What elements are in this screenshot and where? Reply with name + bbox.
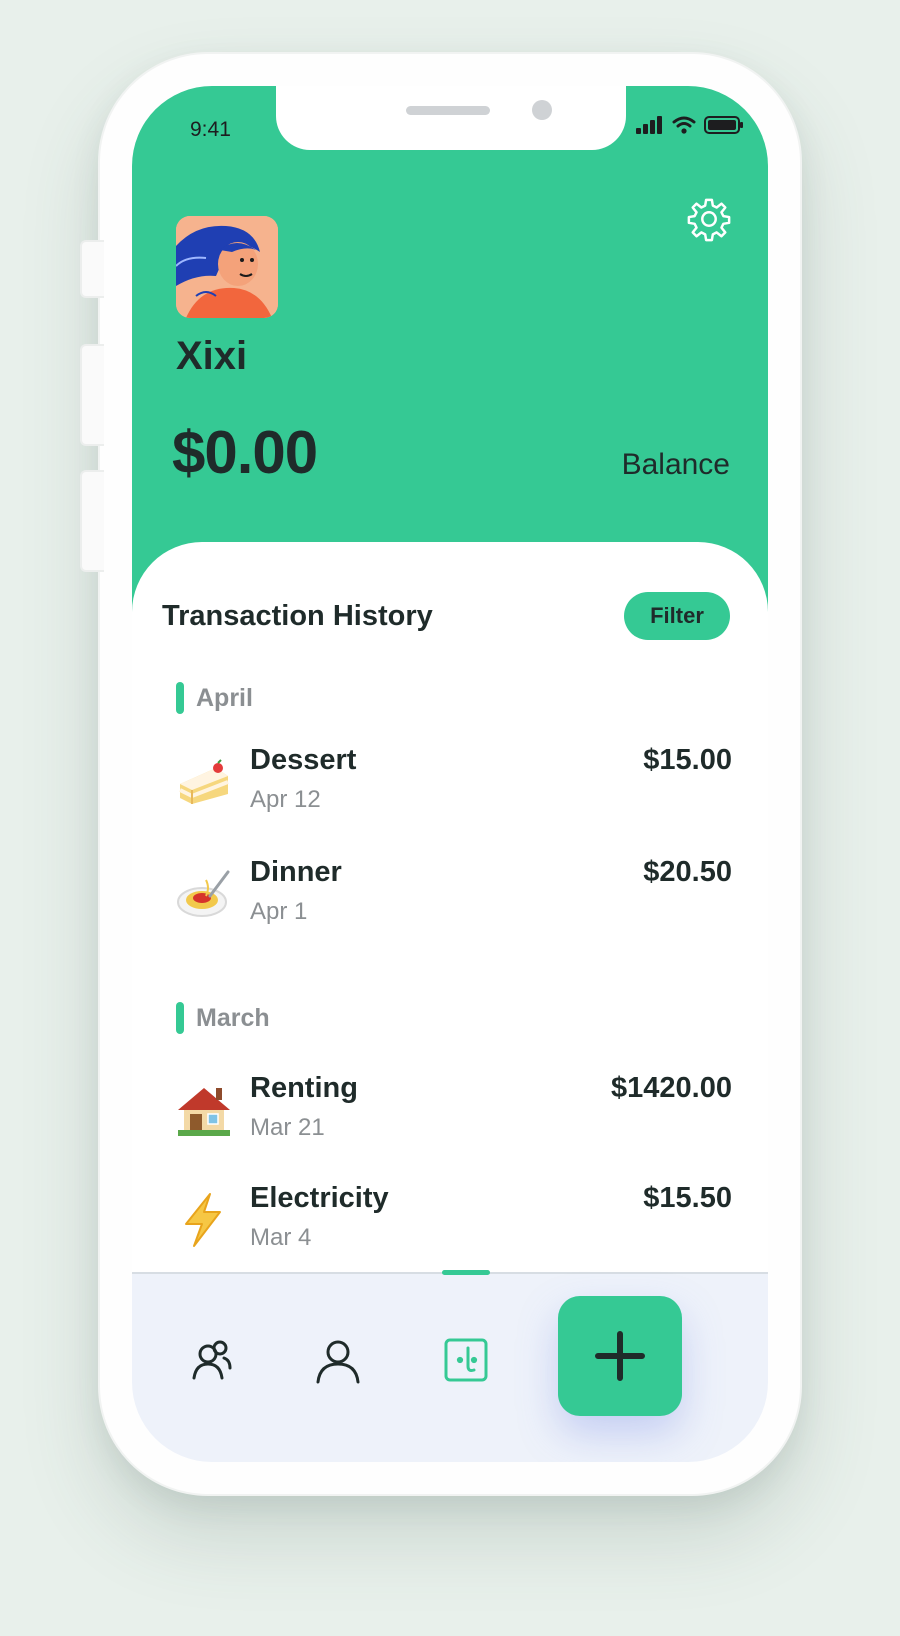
transaction-row[interactable]: Renting Mar 21 $1420.00	[176, 1072, 732, 1164]
avatar[interactable]	[176, 216, 278, 318]
speaker	[406, 106, 490, 115]
house-icon	[178, 1088, 230, 1136]
month-header-april: April	[176, 682, 253, 714]
transaction-amount: $15.50	[643, 1182, 732, 1214]
month-header-march: March	[176, 1002, 270, 1034]
section-title: Transaction History	[162, 600, 433, 632]
status-icons	[636, 116, 744, 134]
transaction-title: Dessert	[250, 744, 357, 776]
month-label: April	[196, 683, 253, 712]
month-marker	[176, 682, 184, 714]
lightning-icon	[185, 1193, 221, 1247]
front-camera	[532, 100, 552, 120]
transaction-row[interactable]: Electricity Mar 4 $15.50	[176, 1182, 732, 1274]
month-marker	[176, 1002, 184, 1034]
status-time: 9:41	[190, 118, 231, 141]
add-transaction-button[interactable]	[558, 1296, 682, 1416]
active-tab-indicator	[442, 1270, 490, 1275]
transaction-amount: $1420.00	[611, 1072, 732, 1104]
plus-icon	[595, 1331, 645, 1381]
transaction-row[interactable]: Dessert Apr 12 $15.00	[176, 744, 732, 836]
avatar-illustration	[176, 216, 278, 318]
transaction-date: Mar 21	[250, 1114, 325, 1141]
cake-icon	[179, 759, 229, 804]
balance-label: Balance	[621, 448, 730, 481]
month-label: March	[196, 1003, 270, 1032]
transaction-date: Mar 4	[250, 1224, 312, 1251]
ledger-icon[interactable]	[442, 1336, 490, 1384]
device-notch	[276, 86, 626, 150]
transaction-date: Apr 1	[250, 898, 308, 925]
transaction-title: Dinner	[250, 856, 342, 888]
transaction-amount: $15.00	[643, 744, 732, 776]
volume-down-button	[80, 470, 104, 572]
spaghetti-icon	[177, 870, 230, 917]
volume-up-button	[80, 344, 104, 446]
phone-frame: 9:41 Xixi $0.00 Balance Transaction Hist…	[80, 54, 800, 1494]
app-screen: 9:41 Xixi $0.00 Balance Transaction Hist…	[132, 86, 768, 1462]
settings-gear-icon[interactable]	[686, 196, 732, 242]
mute-switch	[80, 240, 104, 298]
signal-icon	[636, 116, 662, 134]
transaction-amount: $20.50	[643, 856, 732, 888]
battery-icon	[704, 116, 743, 134]
group-users-icon[interactable]	[188, 1336, 236, 1384]
transaction-row[interactable]: Dinner Apr 1 $20.50	[176, 856, 732, 948]
bottom-tab-bar	[132, 1270, 768, 1462]
transaction-title: Electricity	[250, 1182, 389, 1214]
profile-name: Xixi	[176, 334, 248, 378]
wifi-icon	[672, 116, 696, 134]
transaction-title: Renting	[250, 1072, 358, 1104]
transaction-date: Apr 12	[250, 786, 321, 813]
user-icon[interactable]	[314, 1336, 362, 1384]
transaction-sheet: Transaction History Filter April Dessert…	[132, 542, 768, 1372]
filter-button[interactable]: Filter	[624, 592, 730, 640]
balance-amount: $0.00	[172, 419, 318, 486]
